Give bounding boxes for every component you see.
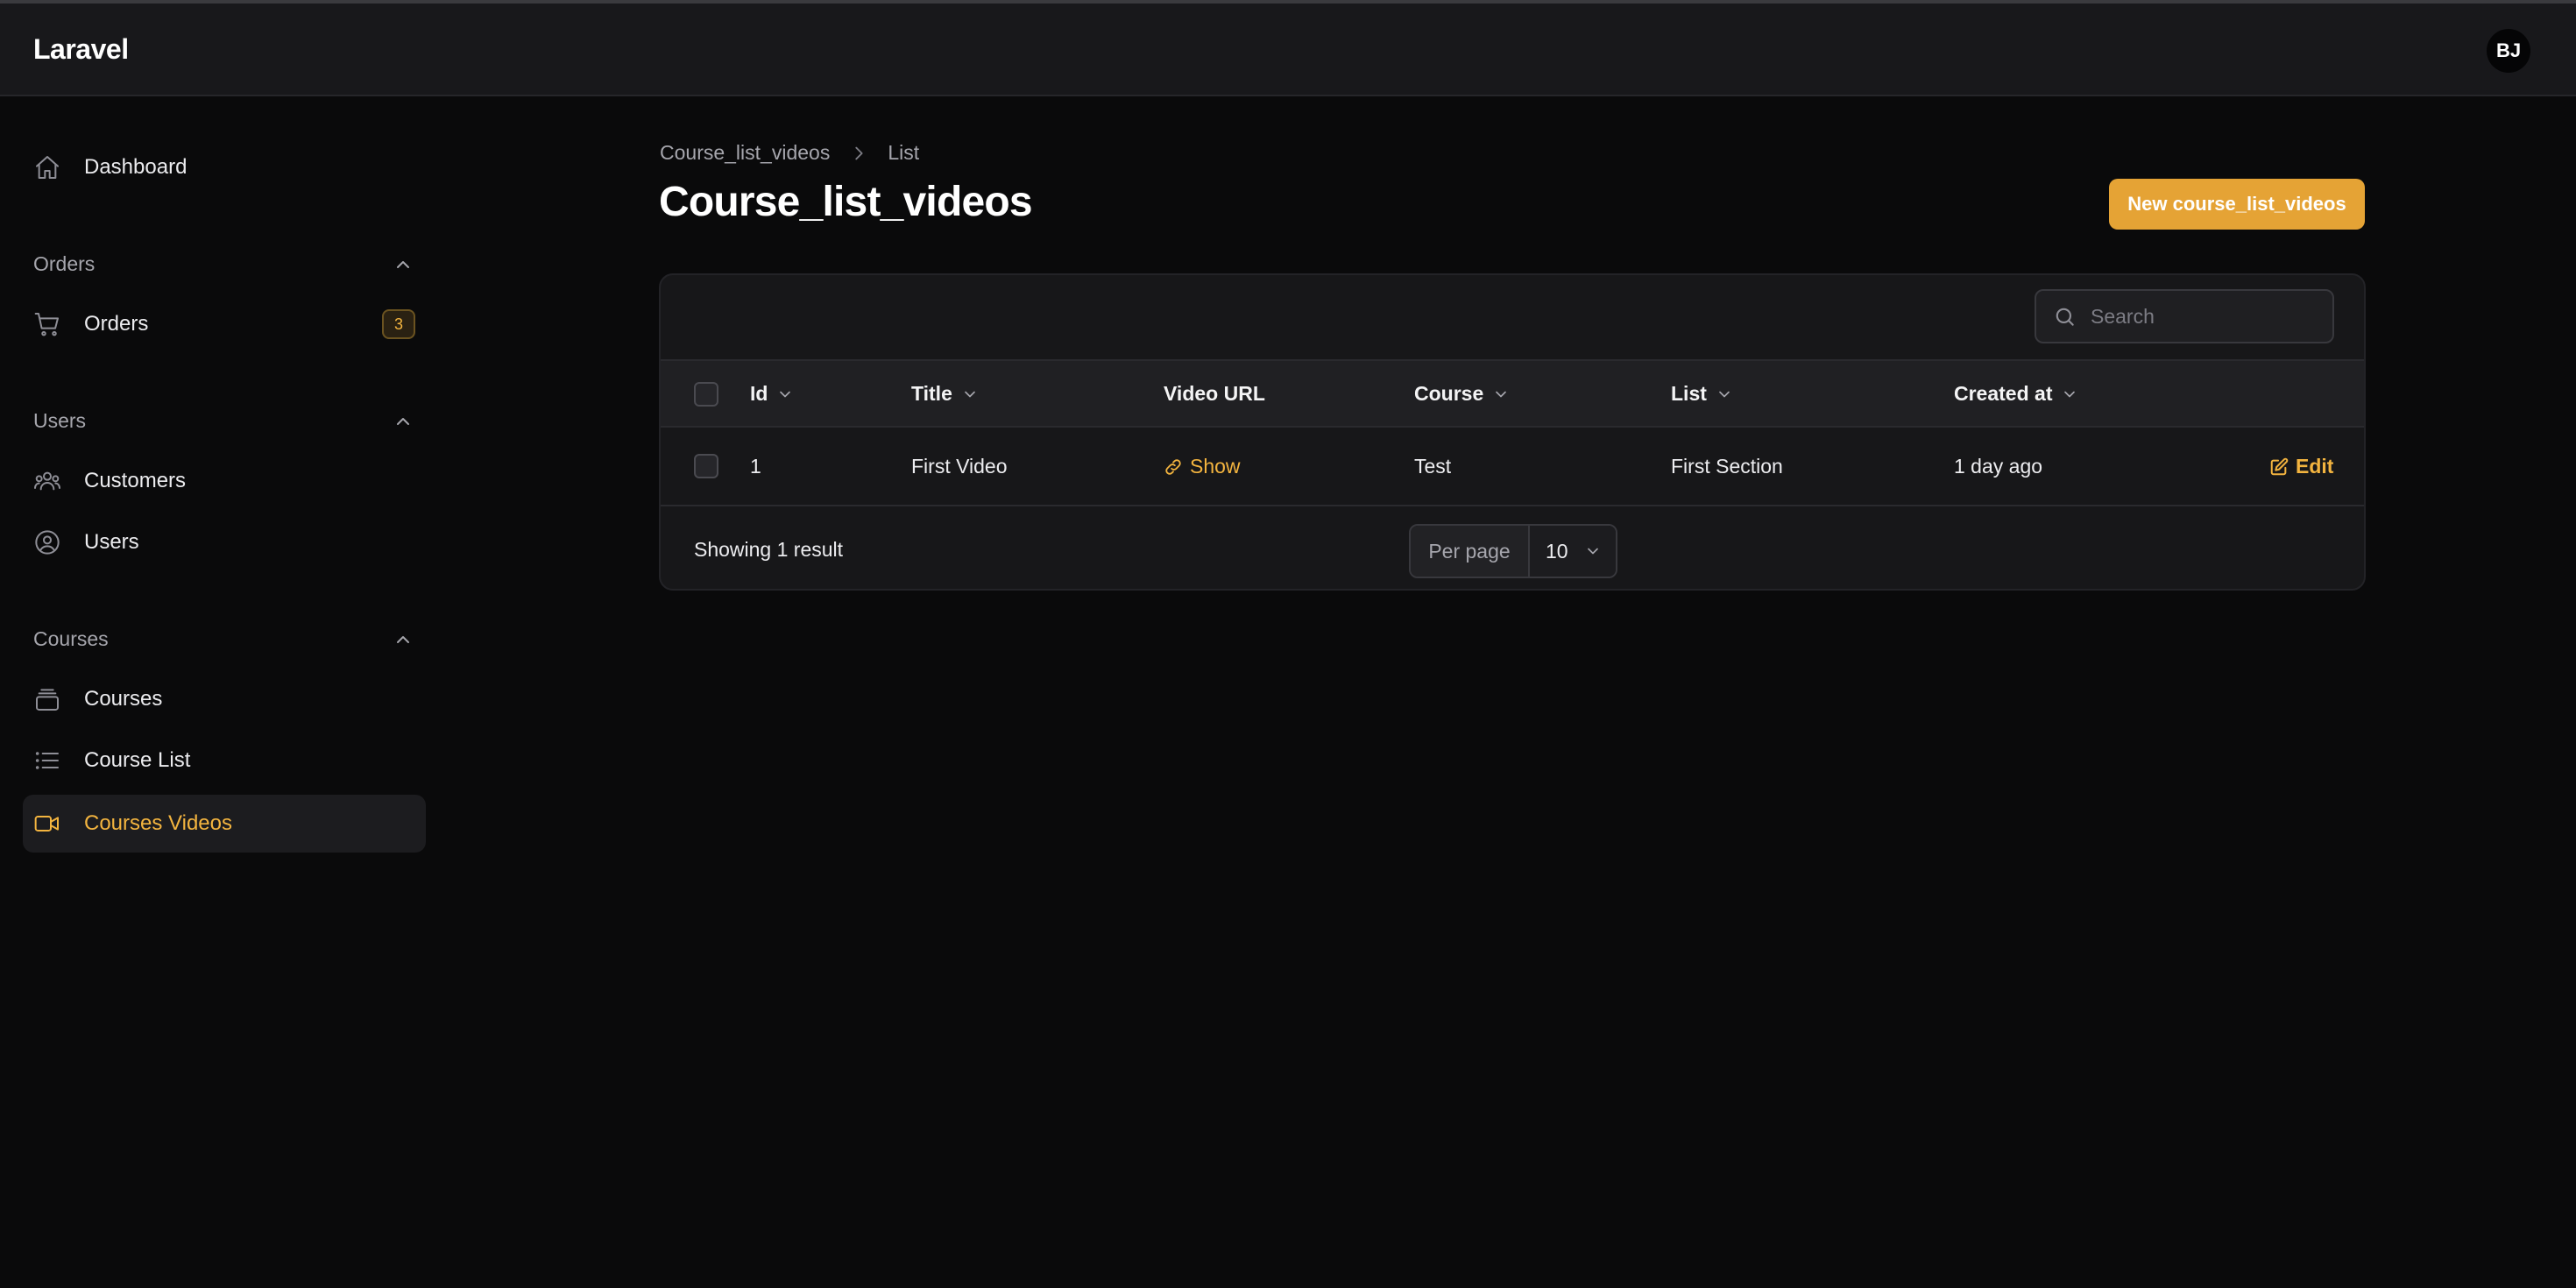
select-all-checkbox[interactable] xyxy=(694,382,718,407)
breadcrumb: Course_list_videos List xyxy=(660,141,919,165)
chevron-down-icon xyxy=(965,391,975,397)
column-header-id[interactable]: Id xyxy=(750,382,794,406)
sidebar-item-label: Orders xyxy=(84,312,149,336)
group-orders-toggle[interactable]: Orders xyxy=(33,247,414,282)
sidebar-item-label: Course List xyxy=(84,748,191,772)
edit-button[interactable]: Edit xyxy=(2269,455,2333,478)
video-camera-icon xyxy=(33,810,61,838)
sidebar: Dashboard Orders Orders 3 Users Customer… xyxy=(0,98,438,1288)
sidebar-item-course-list[interactable]: Course List xyxy=(23,732,426,789)
brand-logo[interactable]: Laravel xyxy=(33,33,129,66)
per-page-label: Per page xyxy=(1411,526,1530,577)
user-circle-icon xyxy=(33,528,61,556)
cell-course: Test xyxy=(1414,455,1452,478)
user-avatar[interactable]: BJ xyxy=(2487,29,2530,73)
sidebar-item-courses[interactable]: Courses xyxy=(23,670,426,728)
edit-label: Edit xyxy=(2296,455,2334,478)
group-users-toggle[interactable]: Users xyxy=(33,404,414,439)
column-header-created-at[interactable]: Created at xyxy=(1954,382,2078,406)
table-row[interactable]: 1 First Video Show Test First Section 1 … xyxy=(661,428,2364,506)
column-header-label: Id xyxy=(750,382,768,405)
sidebar-item-users[interactable]: Users xyxy=(23,513,426,571)
sidebar-item-courses-videos[interactable]: Courses Videos xyxy=(23,795,426,853)
edit-icon xyxy=(2270,457,2289,475)
sidebar-item-dashboard[interactable]: Dashboard xyxy=(23,138,426,196)
per-page-select[interactable]: 10 xyxy=(1530,526,1616,577)
table-footer: Showing 1 result Per page 10 xyxy=(661,508,2364,589)
cart-icon xyxy=(33,310,61,338)
column-header-list[interactable]: List xyxy=(1671,382,1733,406)
column-header-video-url: Video URL xyxy=(1164,382,1265,406)
home-icon xyxy=(33,153,61,181)
breadcrumb-link[interactable]: Course_list_videos xyxy=(660,141,830,165)
user-group-icon xyxy=(33,467,61,495)
orders-count-badge: 3 xyxy=(382,309,415,339)
column-header-course[interactable]: Course xyxy=(1414,382,1510,406)
column-header-label: Video URL xyxy=(1164,382,1265,405)
table-header: Id Title Video URL Course List Created a… xyxy=(661,359,2364,428)
sidebar-item-label: Courses xyxy=(84,687,163,711)
search-icon xyxy=(2054,306,2077,329)
cell-title: First Video xyxy=(911,455,1008,478)
sidebar-item-orders[interactable]: Orders 3 xyxy=(23,295,426,353)
records-table: Id Title Video URL Course List Created a… xyxy=(659,273,2366,591)
chevron-up-icon xyxy=(393,629,414,650)
video-url-link[interactable]: Show xyxy=(1164,455,1241,478)
row-checkbox[interactable] xyxy=(694,454,718,478)
top-bar: Laravel BJ xyxy=(0,4,2576,96)
column-header-label: Course xyxy=(1414,382,1484,405)
group-label: Orders xyxy=(33,252,96,275)
link-icon xyxy=(1165,458,1181,475)
per-page-control: Per page 10 xyxy=(1409,524,1617,578)
group-label: Users xyxy=(33,409,87,432)
search-input[interactable] xyxy=(2091,301,2318,331)
chevron-right-icon xyxy=(855,146,863,159)
sidebar-item-customers[interactable]: Customers xyxy=(23,452,426,510)
stack-icon xyxy=(33,685,61,713)
group-label: Courses xyxy=(33,627,109,650)
column-header-label: List xyxy=(1671,382,1707,405)
chevron-down-icon xyxy=(1719,391,1730,397)
result-count: Showing 1 result xyxy=(694,538,844,561)
chevron-down-icon xyxy=(1588,548,1598,555)
per-page-value: 10 xyxy=(1546,539,1568,563)
cell-list: First Section xyxy=(1671,455,1783,478)
cell-created-at: 1 day ago xyxy=(1954,455,2043,478)
column-header-title[interactable]: Title xyxy=(911,382,979,406)
chevron-down-icon xyxy=(2064,391,2076,397)
page-title: Course_list_videos xyxy=(659,179,1033,225)
sidebar-item-label: Users xyxy=(84,530,139,554)
new-record-button[interactable]: New course_list_videos xyxy=(2109,179,2365,230)
breadcrumb-current: List xyxy=(888,141,920,164)
sidebar-item-label: Customers xyxy=(84,469,187,492)
column-header-label: Title xyxy=(911,382,952,405)
cell-id: 1 xyxy=(750,455,761,478)
column-header-label: Created at xyxy=(1954,382,2053,405)
chevron-down-icon xyxy=(1496,391,1507,397)
search-box[interactable] xyxy=(2035,289,2334,343)
chevron-down-icon xyxy=(780,391,791,397)
sidebar-item-label: Dashboard xyxy=(84,155,188,179)
list-icon xyxy=(33,747,61,775)
sidebar-item-label: Courses Videos xyxy=(84,811,232,835)
chevron-up-icon xyxy=(393,411,414,432)
chevron-up-icon xyxy=(393,254,414,275)
group-courses-toggle[interactable]: Courses xyxy=(33,622,414,657)
link-label: Show xyxy=(1190,455,1241,478)
